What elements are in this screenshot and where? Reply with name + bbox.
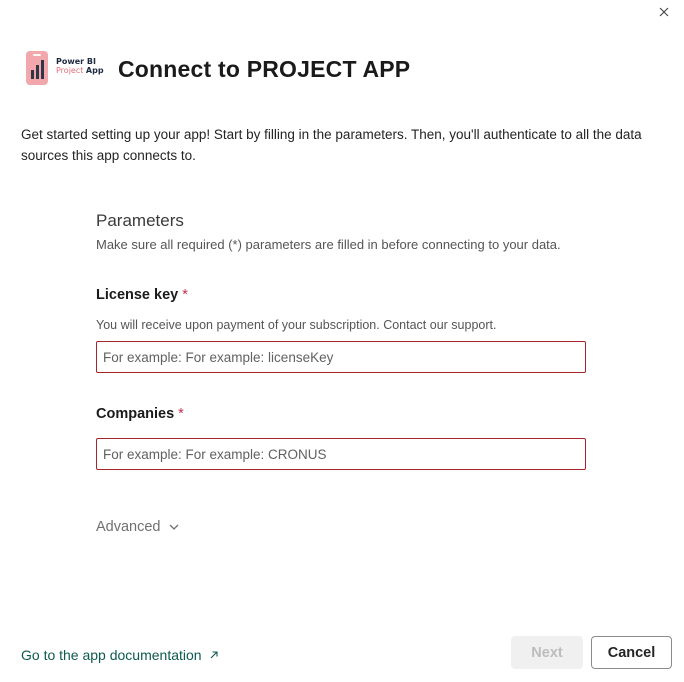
companies-input[interactable]: [96, 438, 586, 470]
next-button-label: Next: [531, 644, 563, 661]
logo-text-line2: Project App: [56, 66, 104, 75]
license-key-help: You will receive upon payment of your su…: [96, 318, 497, 332]
chevron-down-icon: [169, 524, 178, 530]
app-logo: Power BI Project App: [26, 50, 104, 88]
app-documentation-link[interactable]: Go to the app documentation: [21, 647, 218, 663]
companies-label: Companies *: [96, 406, 184, 422]
close-button[interactable]: [655, 3, 673, 21]
close-icon: [659, 7, 669, 17]
required-marker: *: [178, 406, 184, 422]
logo-badge-icon: [26, 51, 48, 85]
next-button[interactable]: Next: [511, 636, 583, 669]
license-key-field-group: License key * You will receive upon payme…: [96, 285, 586, 373]
logo-text-line1: Power BI: [56, 57, 96, 66]
parameters-title: Parameters: [96, 211, 184, 230]
parameters-description: Make sure all required (*) parameters ar…: [96, 237, 561, 252]
license-key-label: License key *: [96, 287, 188, 303]
advanced-toggle[interactable]: Advanced: [96, 519, 179, 535]
doc-link-label: Go to the app documentation: [21, 647, 202, 663]
dialog-header: Power BI Project App Connect to PROJECT …: [26, 50, 410, 88]
license-key-input[interactable]: [96, 341, 586, 373]
dialog-title: Connect to PROJECT APP: [118, 55, 411, 82]
companies-field-group: Companies *: [96, 404, 586, 470]
intro-text: Get started setting up your app! Start b…: [21, 127, 642, 163]
parameters-section: Parameters Make sure all required (*) pa…: [96, 209, 586, 536]
advanced-toggle-row: Advanced: [96, 518, 586, 536]
advanced-label: Advanced: [96, 519, 161, 535]
external-link-icon: [210, 651, 218, 659]
cancel-button[interactable]: Cancel: [591, 636, 672, 669]
required-marker: *: [182, 287, 188, 303]
cancel-button-label: Cancel: [607, 644, 656, 661]
